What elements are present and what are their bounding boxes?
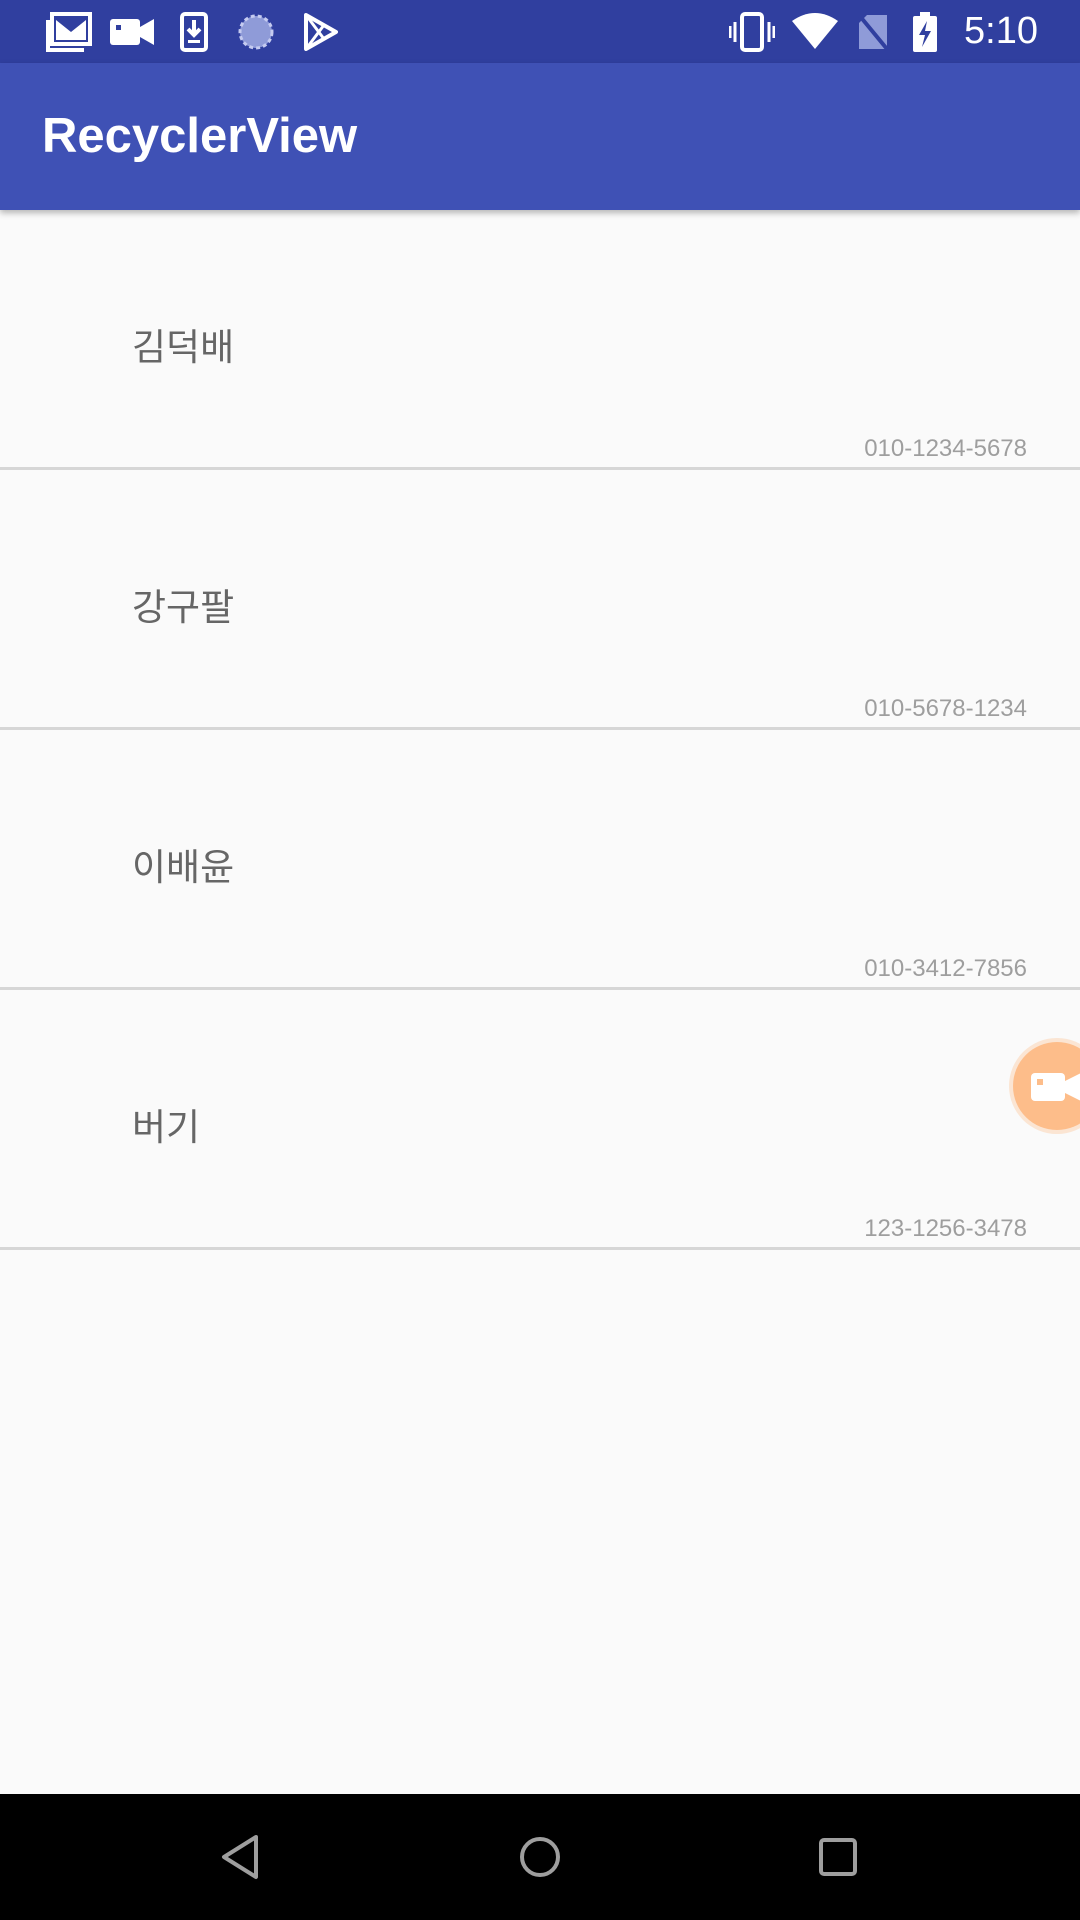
contact-name: 김덕배 bbox=[132, 326, 235, 369]
back-icon[interactable] bbox=[180, 1794, 300, 1920]
app-bar: RecyclerView bbox=[0, 63, 1080, 210]
recents-icon[interactable] bbox=[778, 1794, 898, 1920]
wifi-icon bbox=[790, 0, 840, 63]
contact-phone: 010-5678-1234 bbox=[864, 695, 1027, 722]
list-item[interactable]: 강구팔 010-5678-1234 bbox=[0, 470, 1080, 730]
list-item[interactable]: 이배윤 010-3412-7856 bbox=[0, 730, 1080, 990]
contact-list[interactable]: 김덕배 010-1234-5678 강구팔 010-5678-1234 이배윤 … bbox=[0, 210, 1080, 1250]
contact-name: 버기 bbox=[132, 1106, 201, 1149]
no-sim-icon bbox=[856, 0, 890, 63]
navigation-bar bbox=[0, 1794, 1080, 1920]
battery-charging-icon bbox=[912, 0, 938, 63]
status-time: 5:10 bbox=[964, 10, 1038, 52]
status-bar: 5:10 bbox=[0, 0, 1080, 63]
contact-name: 강구팔 bbox=[132, 586, 235, 629]
vibrate-icon bbox=[728, 0, 776, 63]
video-camera-icon bbox=[110, 0, 154, 63]
contact-phone: 123-1256-3478 bbox=[864, 1215, 1027, 1242]
contact-name: 이배윤 bbox=[132, 846, 235, 889]
page-title: RecyclerView bbox=[42, 109, 358, 163]
list-item[interactable]: 버기 123-1256-3478 bbox=[0, 990, 1080, 1250]
list-item[interactable]: 김덕배 010-1234-5678 bbox=[0, 210, 1080, 470]
play-store-icon bbox=[300, 0, 340, 63]
contact-phone: 010-3412-7856 bbox=[864, 955, 1027, 982]
home-icon[interactable] bbox=[480, 1794, 600, 1920]
contact-phone: 010-1234-5678 bbox=[864, 435, 1027, 462]
sync-icon bbox=[236, 0, 276, 63]
download-icon bbox=[178, 0, 210, 63]
video-camera-icon bbox=[1031, 1069, 1080, 1103]
gmail-icon bbox=[44, 0, 94, 63]
